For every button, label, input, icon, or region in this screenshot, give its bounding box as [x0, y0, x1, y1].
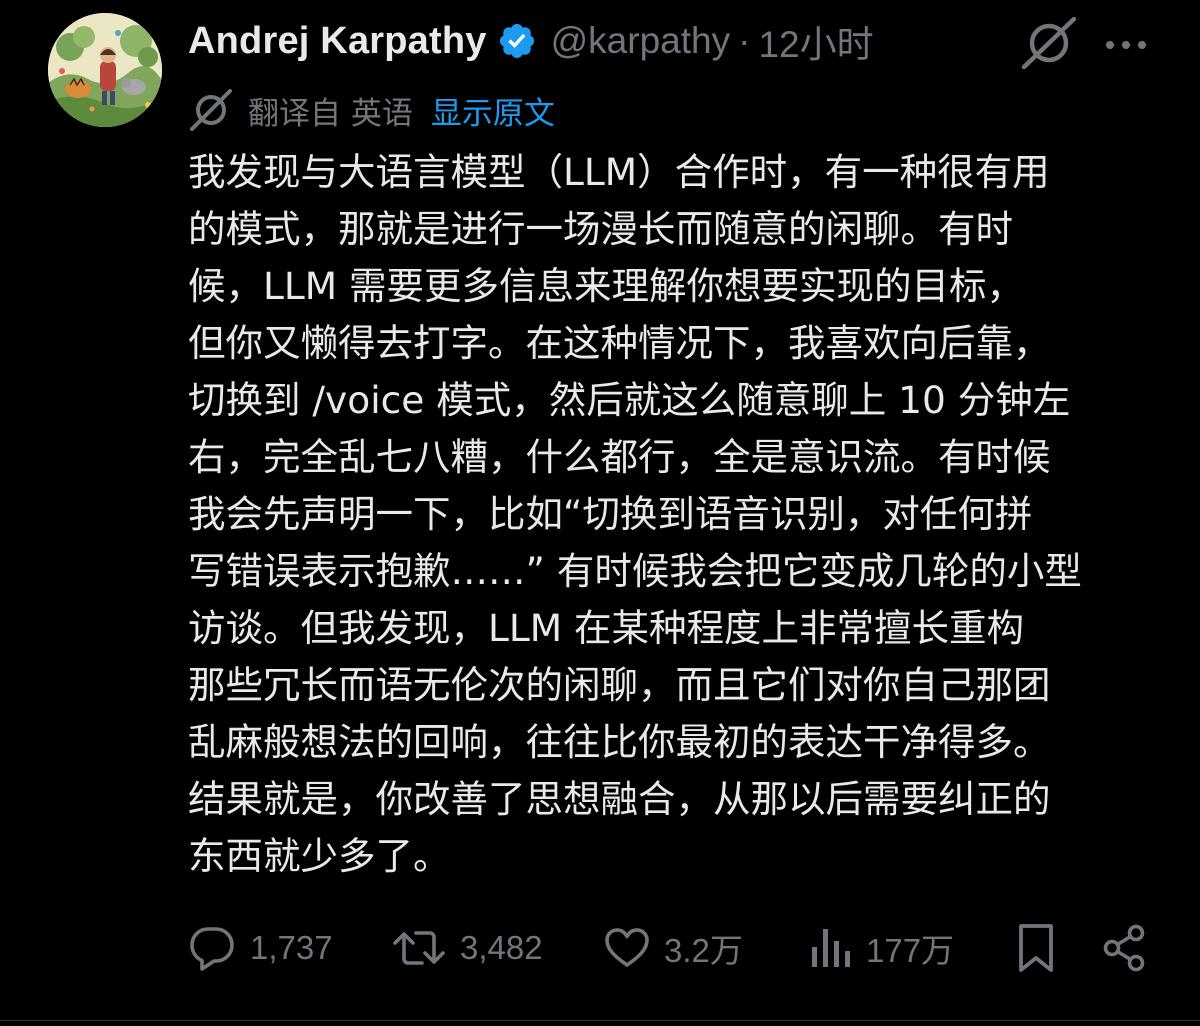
- body-line: 访谈。但我发现，LLM 在某种程度上非常擅长重构: [188, 606, 1025, 650]
- share-button[interactable]: [1102, 918, 1148, 978]
- tweet-header: Andrej Karpathy @karpathy · 12小时: [188, 18, 874, 66]
- translation-label: 翻译自 英语: [248, 95, 413, 132]
- reply-count: 1,737: [250, 929, 333, 966]
- reply-button[interactable]: 1,737: [188, 918, 333, 978]
- repost-count: 3,482: [460, 929, 543, 966]
- verified-badge-icon[interactable]: [497, 21, 537, 61]
- reply-icon: [190, 927, 234, 971]
- header-separator: ·: [738, 20, 751, 61]
- tweet-body: 我发现与大语言模型（LLM）合作时，有一种很有用 的模式，那就是进行一场漫长而随…: [188, 144, 1163, 885]
- bookmark-button[interactable]: [1016, 918, 1056, 978]
- views-count: 177万: [866, 932, 955, 969]
- body-line: 乱麻般想法的回响，往往比你最初的表达干净得多。: [188, 720, 1051, 764]
- avatar[interactable]: [48, 13, 162, 127]
- author-handle[interactable]: @karpathy: [551, 20, 730, 62]
- divider: [0, 1020, 1200, 1021]
- like-count: 3.2万: [664, 932, 743, 969]
- views-icon: [812, 929, 850, 967]
- repost-button[interactable]: 3,482: [392, 918, 543, 978]
- grok-icon[interactable]: [1020, 16, 1078, 70]
- like-icon: [605, 928, 649, 967]
- body-line: 写错误表示抱歉……” 有时候我会把它变成几轮的小型: [188, 549, 1082, 593]
- avatar-illustration: [48, 13, 162, 127]
- action-bar: 1,737 3,482 3.2万 177万: [188, 918, 1150, 978]
- body-line: 但你又懒得去打字。在这种情况下，我喜欢向后靠，: [188, 321, 1051, 365]
- show-original-link[interactable]: 显示原文: [431, 88, 555, 133]
- share-icon: [1103, 924, 1145, 972]
- bookmark-icon: [1019, 924, 1053, 972]
- translate-icon: [188, 89, 234, 131]
- author-display-name[interactable]: Andrej Karpathy: [188, 20, 487, 63]
- tweet: Andrej Karpathy @karpathy · 12小时 翻译自 英语 …: [0, 0, 1200, 1026]
- body-line: 结果就是，你改善了思想融合，从那以后需要纠正的: [188, 777, 1051, 821]
- body-line: 的模式，那就是进行一场漫长而随意的闲聊。有时: [188, 207, 1013, 251]
- repost-icon: [393, 931, 445, 965]
- body-line: 我会先声明一下，比如“切换到语音识别，对任何拼: [188, 492, 1033, 536]
- body-line: 切换到 /voice 模式，然后就这么随意聊上 10 分钟左: [188, 378, 1071, 422]
- tweet-timestamp[interactable]: 12小时: [758, 14, 873, 68]
- views-button[interactable]: 177万: [810, 918, 954, 978]
- body-line: 我发现与大语言模型（LLM）合作时，有一种很有用: [188, 150, 1050, 194]
- body-line: 右，完全乱七八糟，什么都行，全是意识流。有时候: [188, 435, 1051, 479]
- body-line: 那些冗长而语无伦次的闲聊，而且它们对你自己那团: [188, 663, 1051, 707]
- like-button[interactable]: 3.2万: [604, 918, 743, 978]
- body-line: 候，LLM 需要更多信息来理解你想要实现的目标，: [188, 264, 1025, 308]
- translation-row: 翻译自 英语 显示原文: [188, 88, 555, 132]
- body-line: 东西就少多了。: [188, 834, 451, 878]
- more-icon[interactable]: [1104, 36, 1148, 49]
